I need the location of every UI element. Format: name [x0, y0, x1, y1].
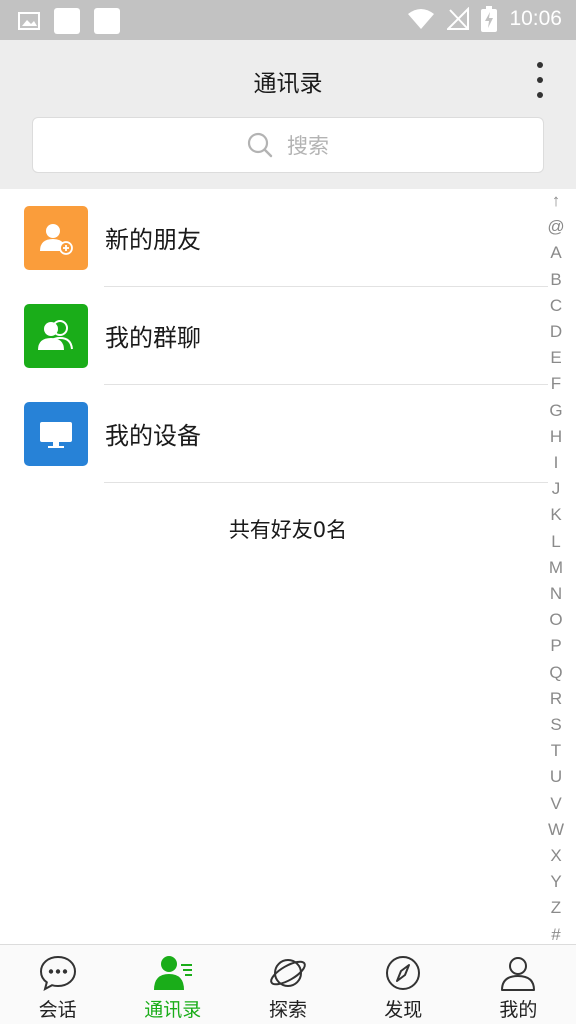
new-friends-item[interactable]: 新的朋友	[0, 189, 548, 287]
index-letter[interactable]: S	[550, 716, 561, 734]
group-icon	[24, 304, 88, 368]
index-letter[interactable]: @	[547, 218, 564, 236]
planet-icon	[270, 959, 306, 987]
tab-me[interactable]: 我的	[461, 945, 576, 1024]
status-bar: 10:06	[0, 0, 576, 40]
index-letter[interactable]: K	[550, 506, 561, 524]
index-letter[interactable]: U	[550, 768, 562, 786]
friend-count-text: 共有好友0名	[228, 518, 348, 542]
my-devices-label: 我的设备	[105, 422, 201, 450]
tab-contacts[interactable]: 通讯录	[115, 945, 230, 1024]
device-icon	[24, 402, 88, 466]
index-letter[interactable]: F	[551, 375, 561, 393]
contacts-icon	[153, 956, 192, 990]
index-letter[interactable]: P	[550, 637, 561, 655]
index-letter[interactable]: A	[550, 244, 561, 262]
tab-label: 会话	[38, 999, 77, 1021]
my-groups-item[interactable]: 我的群聊	[0, 287, 548, 385]
index-letter[interactable]: L	[551, 532, 560, 551]
search-input[interactable]: 搜索	[32, 117, 544, 173]
status-time: 10:06	[509, 7, 562, 30]
add-friend-icon	[24, 206, 88, 270]
index-letter[interactable]: B	[550, 270, 561, 289]
tab-label: 通讯录	[144, 999, 202, 1021]
index-letter[interactable]: E	[550, 349, 561, 367]
notification-box-icon	[94, 8, 120, 34]
chat-bubble-icon	[39, 955, 76, 991]
index-letter[interactable]: C	[550, 296, 562, 315]
profile-icon	[501, 957, 536, 991]
more-vertical-icon[interactable]	[534, 60, 546, 100]
new-friends-label: 新的朋友	[105, 226, 201, 254]
page-title: 通讯录	[253, 71, 323, 97]
index-letter[interactable]: V	[550, 794, 561, 813]
index-letter[interactable]: #	[551, 925, 560, 944]
notification-box-icon	[54, 8, 80, 34]
tab-discover[interactable]: 发现	[346, 945, 461, 1024]
index-letter[interactable]: H	[550, 427, 562, 446]
index-letter[interactable]: Y	[550, 873, 561, 891]
wifi-icon	[408, 9, 435, 29]
tab-label: 我的	[499, 999, 538, 1021]
contacts-menu-list: 新的朋友 我的群聊 我的设备	[0, 189, 548, 483]
my-groups-label: 我的群聊	[105, 324, 201, 352]
index-letter[interactable]: I	[554, 454, 559, 472]
search-icon	[247, 132, 273, 158]
my-devices-item[interactable]: 我的设备	[0, 385, 548, 483]
divider	[104, 482, 548, 483]
image-icon	[18, 12, 40, 30]
search-placeholder: 搜索	[287, 134, 329, 158]
index-letter[interactable]: N	[550, 585, 562, 603]
status-left	[18, 8, 120, 34]
index-letter[interactable]: ↑	[552, 192, 561, 210]
index-letter[interactable]: W	[548, 820, 564, 839]
index-letter[interactable]: M	[549, 558, 563, 577]
index-letter[interactable]: Z	[551, 899, 561, 917]
bottom-tab-bar: 会话 通讯录 探索 发现 我的	[0, 944, 576, 1024]
battery-charging-icon	[481, 6, 498, 32]
tab-explore[interactable]: 探索	[230, 945, 345, 1024]
index-letter[interactable]: Q	[549, 663, 562, 682]
index-letter[interactable]: G	[549, 401, 562, 420]
index-letter[interactable]: O	[549, 611, 562, 629]
no-signal-icon	[447, 7, 470, 30]
index-letter[interactable]: J	[552, 480, 561, 498]
tab-chats[interactable]: 会话	[0, 945, 115, 1024]
index-letter[interactable]: T	[551, 742, 561, 760]
alphabet-index-bar[interactable]: ↑ @ A B C D E F G H I J K L M N O P Q R S T U V W X Y Z #	[542, 192, 570, 944]
tab-label: 发现	[384, 999, 423, 1021]
index-letter[interactable]: R	[550, 689, 562, 708]
index-letter[interactable]: D	[550, 323, 562, 341]
compass-icon	[386, 956, 421, 990]
status-right: 10:06	[407, 6, 562, 32]
tab-label: 探索	[269, 999, 308, 1021]
header: 通讯录 搜索	[0, 40, 576, 189]
index-letter[interactable]: X	[550, 847, 561, 865]
